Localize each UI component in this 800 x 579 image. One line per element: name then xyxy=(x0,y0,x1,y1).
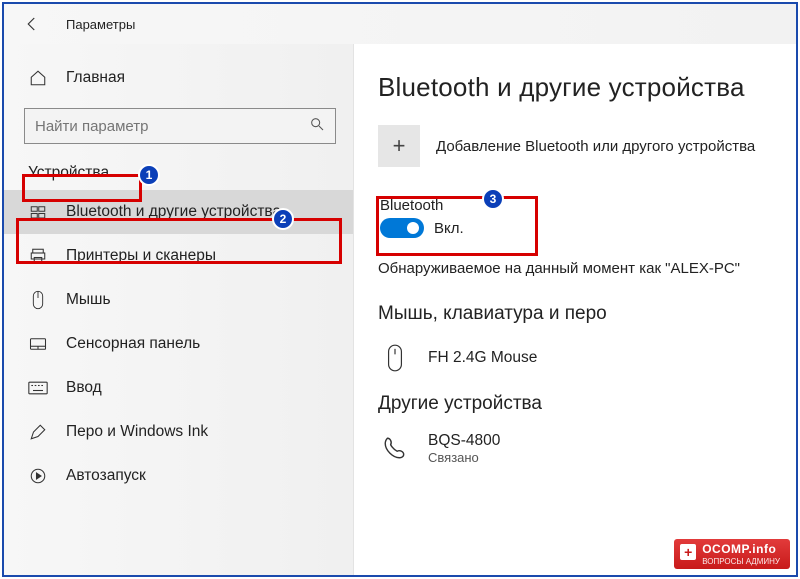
watermark-sub: ВОПРОСЫ АДМИНУ xyxy=(702,557,780,566)
touchpad-icon xyxy=(28,334,48,354)
back-button[interactable] xyxy=(16,8,48,40)
home-icon xyxy=(28,68,48,88)
watermark-title: OCOMP.info xyxy=(702,543,780,557)
device-phone-row[interactable]: BQS-4800 Связано xyxy=(378,425,778,483)
search-icon xyxy=(309,116,325,137)
bluetooth-toggle[interactable] xyxy=(380,218,424,238)
device-status: Связано xyxy=(428,450,500,465)
search-box[interactable] xyxy=(24,108,336,144)
sidebar-item-autoplay[interactable]: Автозапуск xyxy=(4,454,353,498)
sidebar-home[interactable]: Главная xyxy=(4,56,353,100)
bluetooth-state: Вкл. xyxy=(434,220,464,237)
sidebar-item-printers[interactable]: Принтеры и сканеры xyxy=(4,234,353,278)
device-name: BQS-4800 xyxy=(428,432,500,450)
sidebar-home-label: Главная xyxy=(66,69,125,87)
sidebar-item-typing[interactable]: Ввод xyxy=(4,366,353,410)
device-name: FH 2.4G Mouse xyxy=(428,349,537,367)
titlebar: Параметры xyxy=(4,4,796,44)
mouse-icon xyxy=(28,290,48,310)
sidebar-item-label: Сенсорная панель xyxy=(66,335,200,353)
settings-window: Параметры Главная Устройства xyxy=(2,2,798,577)
sidebar-item-pen[interactable]: Перо и Windows Ink xyxy=(4,410,353,454)
sidebar-item-label: Мышь xyxy=(66,291,111,309)
bluetooth-label: Bluetooth xyxy=(380,197,464,214)
sidebar-item-label: Перо и Windows Ink xyxy=(66,423,208,441)
device-mouse-row[interactable]: FH 2.4G Mouse xyxy=(378,335,778,393)
add-device-label: Добавление Bluetooth или другого устройс… xyxy=(436,138,755,155)
watermark: + OCOMP.info ВОПРОСЫ АДМИНУ xyxy=(674,539,790,569)
page-title: Bluetooth и другие устройства xyxy=(378,72,778,103)
sidebar-item-label: Ввод xyxy=(66,379,102,397)
autoplay-icon xyxy=(28,466,48,486)
bluetooth-devices-icon xyxy=(28,202,48,222)
sidebar-item-label: Bluetooth и другие устройства xyxy=(66,203,281,221)
mouse-device-icon xyxy=(378,341,412,375)
main-panel: Bluetooth и другие устройства + Добавлен… xyxy=(354,44,796,575)
sidebar-item-mouse[interactable]: Мышь xyxy=(4,278,353,322)
sidebar-item-touchpad[interactable]: Сенсорная панель xyxy=(4,322,353,366)
search-input[interactable] xyxy=(35,118,309,135)
window-title: Параметры xyxy=(66,17,135,32)
printer-icon xyxy=(28,246,48,266)
section-mouse-keyboard: Мышь, клавиатура и перо xyxy=(378,303,778,325)
pen-icon xyxy=(28,422,48,442)
watermark-plus-icon: + xyxy=(680,544,696,560)
add-device-button[interactable]: + Добавление Bluetooth или другого устро… xyxy=(378,125,778,167)
sidebar: Главная Устройства Bluetooth и другие ус… xyxy=(4,44,354,575)
sidebar-item-bluetooth[interactable]: Bluetooth и другие устройства xyxy=(4,190,353,234)
sidebar-item-label: Автозапуск xyxy=(66,467,146,485)
plus-icon: + xyxy=(378,125,420,167)
discoverable-text: Обнаруживаемое на данный момент как "ALE… xyxy=(378,260,778,277)
sidebar-item-label: Принтеры и сканеры xyxy=(66,247,216,265)
keyboard-icon xyxy=(28,378,48,398)
sidebar-section-devices: Устройства xyxy=(4,156,353,190)
section-other-devices: Другие устройства xyxy=(378,393,778,415)
phone-icon xyxy=(378,431,412,465)
